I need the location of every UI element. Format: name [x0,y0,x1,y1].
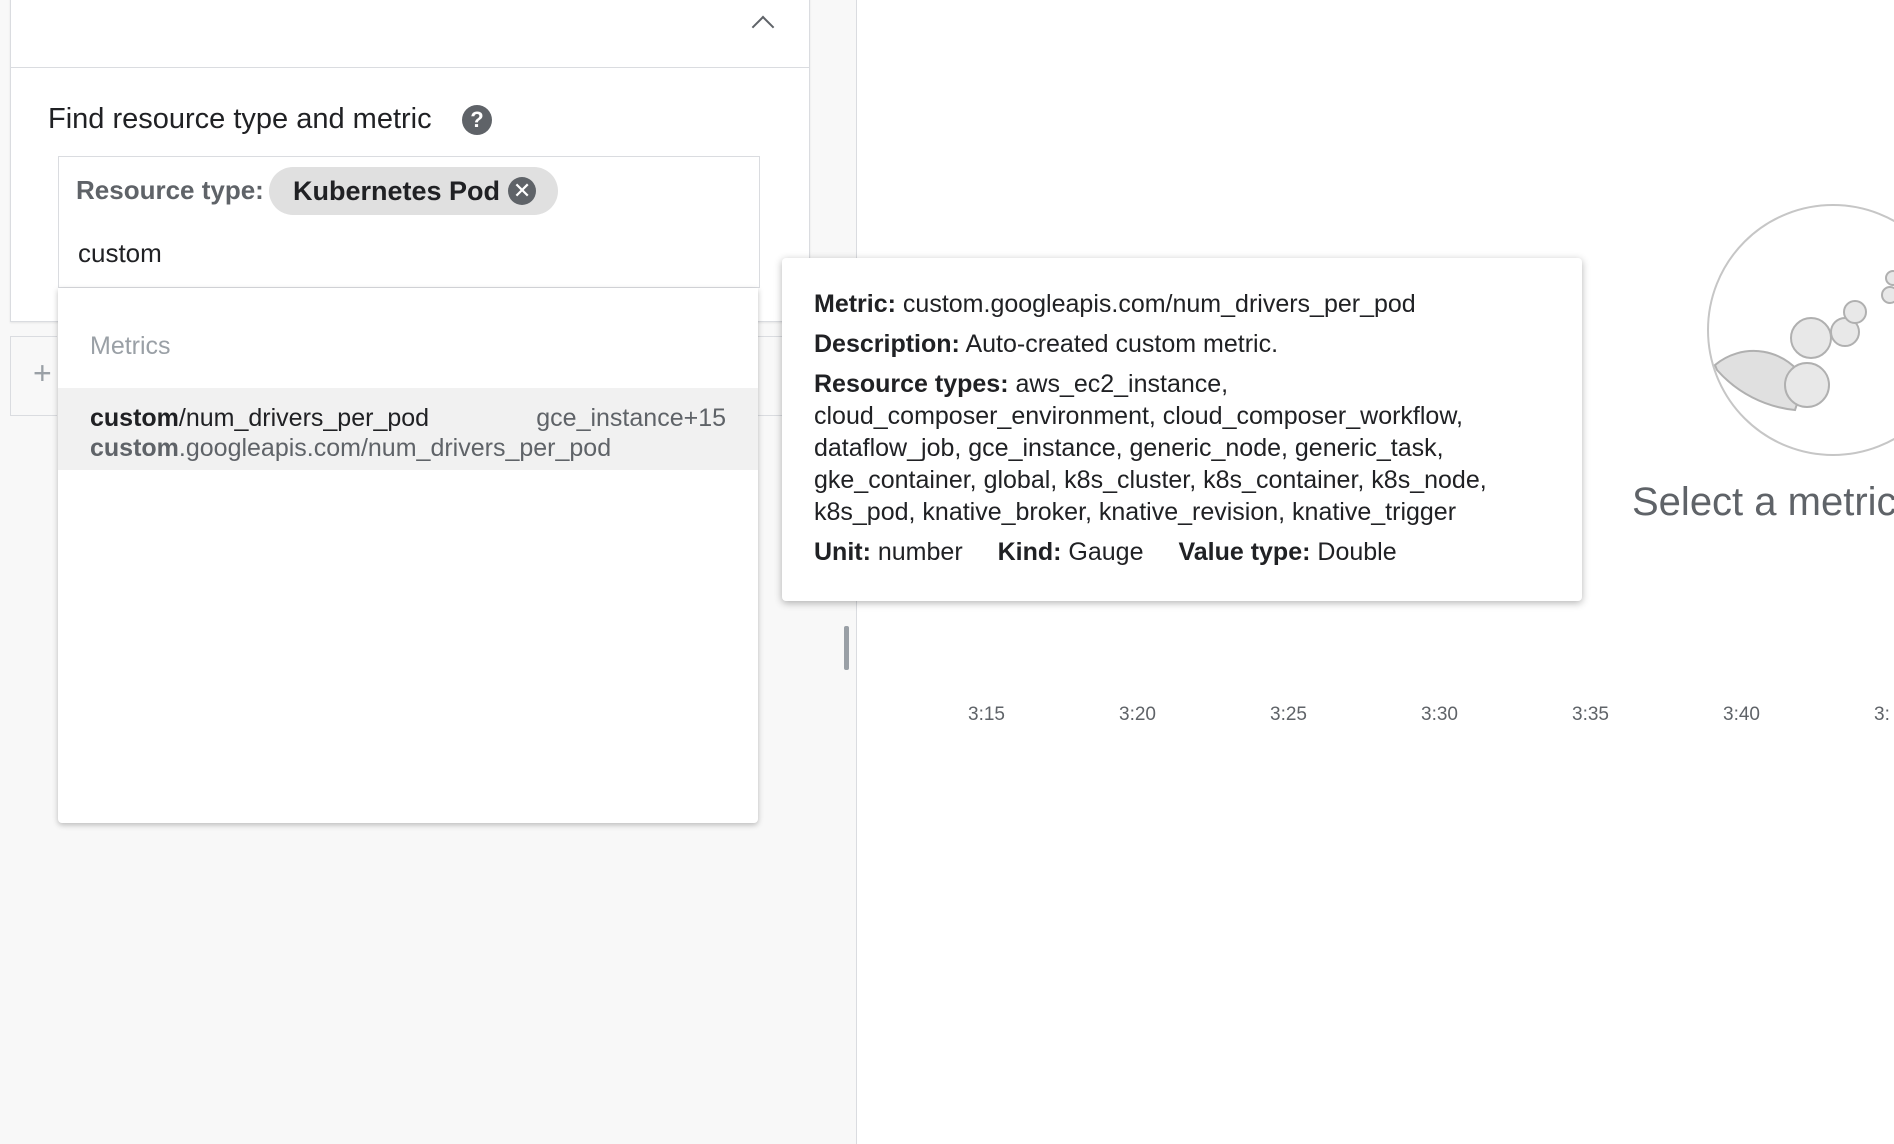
tooltip-description-value: Auto-created custom metric. [965,330,1279,358]
metrics-dropdown: Metrics custom/num_drivers_per_pod gce_i… [58,288,758,823]
tooltip-resource-types-line: k8s_pod, knative_broker, knative_revisio… [814,498,1457,526]
x-axis-tick-label: 3:35 [1572,704,1609,725]
dropdown-header: Metrics [90,332,171,360]
tooltip-metric-value: custom.googleapis.com/num_drivers_per_po… [902,290,1416,318]
chip-label: Kubernetes Pod [293,175,501,206]
tooltip-description-label: Description: [814,330,960,358]
tooltip-description-row: Description: Auto-created custom metric. [814,328,1550,360]
chip-close-icon[interactable]: ✕ [508,177,537,205]
resource-type-chip[interactable]: Kubernetes Pod ✕ [269,167,559,215]
tooltip-value-type-value: Double [1317,538,1397,566]
tooltip-meta-row: Unit: number Kind: Gauge Value type: Dou… [814,536,1550,568]
tooltip-metric-row: Metric: custom.googleapis.com/num_driver… [814,288,1550,320]
resource-metric-search[interactable]: Resource type: Kubernetes Pod ✕ [58,156,760,288]
match-highlight: custom [90,404,179,432]
match-highlight: custom [90,434,179,462]
tooltip-unit-value: number [877,538,963,566]
tooltip-resource-types-line: cloud_composer_environment, cloud_compos… [814,402,1463,430]
x-axis-tick-label: 3:20 [1119,704,1156,725]
tooltip-value-type-label: Value type: [1178,538,1311,566]
plus-icon: + [33,355,52,391]
add-button[interactable]: + [10,336,57,416]
empty-state-message: Select a metric [1632,480,1894,524]
tooltip-resource-types-line: aws_ec2_instance, [1015,370,1229,398]
resize-handle[interactable] [844,626,849,670]
metric-short-name: custom/num_drivers_per_pod [90,404,429,433]
chevron-up-icon[interactable] [751,15,775,39]
tooltip-unit-label: Unit: [814,538,871,566]
empty-chart-illustration [1707,204,1894,456]
help-icon[interactable]: ? [462,105,492,135]
metric-full-rest: .googleapis.com/num_drivers_per_pod [178,434,612,462]
x-axis-tick-label: 3:15 [968,704,1005,725]
x-axis-tick-label: 3:40 [1723,704,1760,725]
metric-search-input[interactable] [76,237,730,270]
metric-resources: gce_instance+15 [536,404,726,432]
tooltip-resource-types-line: dataflow_job, gce_instance, generic_node… [814,434,1444,462]
metric-full-name: custom.googleapis.com/num_drivers_per_po… [90,434,611,463]
tooltip-resource-types-line: gke_container, global, k8s_cluster, k8s_… [814,466,1487,494]
tooltip-resource-types-row: Resource types: aws_ec2_instance, cloud_… [814,368,1550,528]
tooltip-metric-label: Metric: [814,290,896,318]
x-axis-tick-label: 3:30 [1421,704,1458,725]
list-item[interactable]: custom/num_drivers_per_pod gce_instance+… [58,388,758,470]
card-header [11,0,809,68]
metric-name-rest: /num_drivers_per_pod [178,404,430,432]
x-axis-tick-label: 3:25 [1270,704,1307,725]
tooltip-kind-label: Kind: [997,538,1062,566]
x-axis-tick-label: 3: [1874,704,1890,725]
resource-type-label: Resource type: [76,175,264,205]
tooltip-kind-value: Gauge [1068,538,1144,566]
tooltip-resource-types-label: Resource types: [814,370,1009,398]
metric-tooltip: Metric: custom.googleapis.com/num_driver… [782,258,1582,601]
finder-title: Find resource type and metric [48,103,432,135]
